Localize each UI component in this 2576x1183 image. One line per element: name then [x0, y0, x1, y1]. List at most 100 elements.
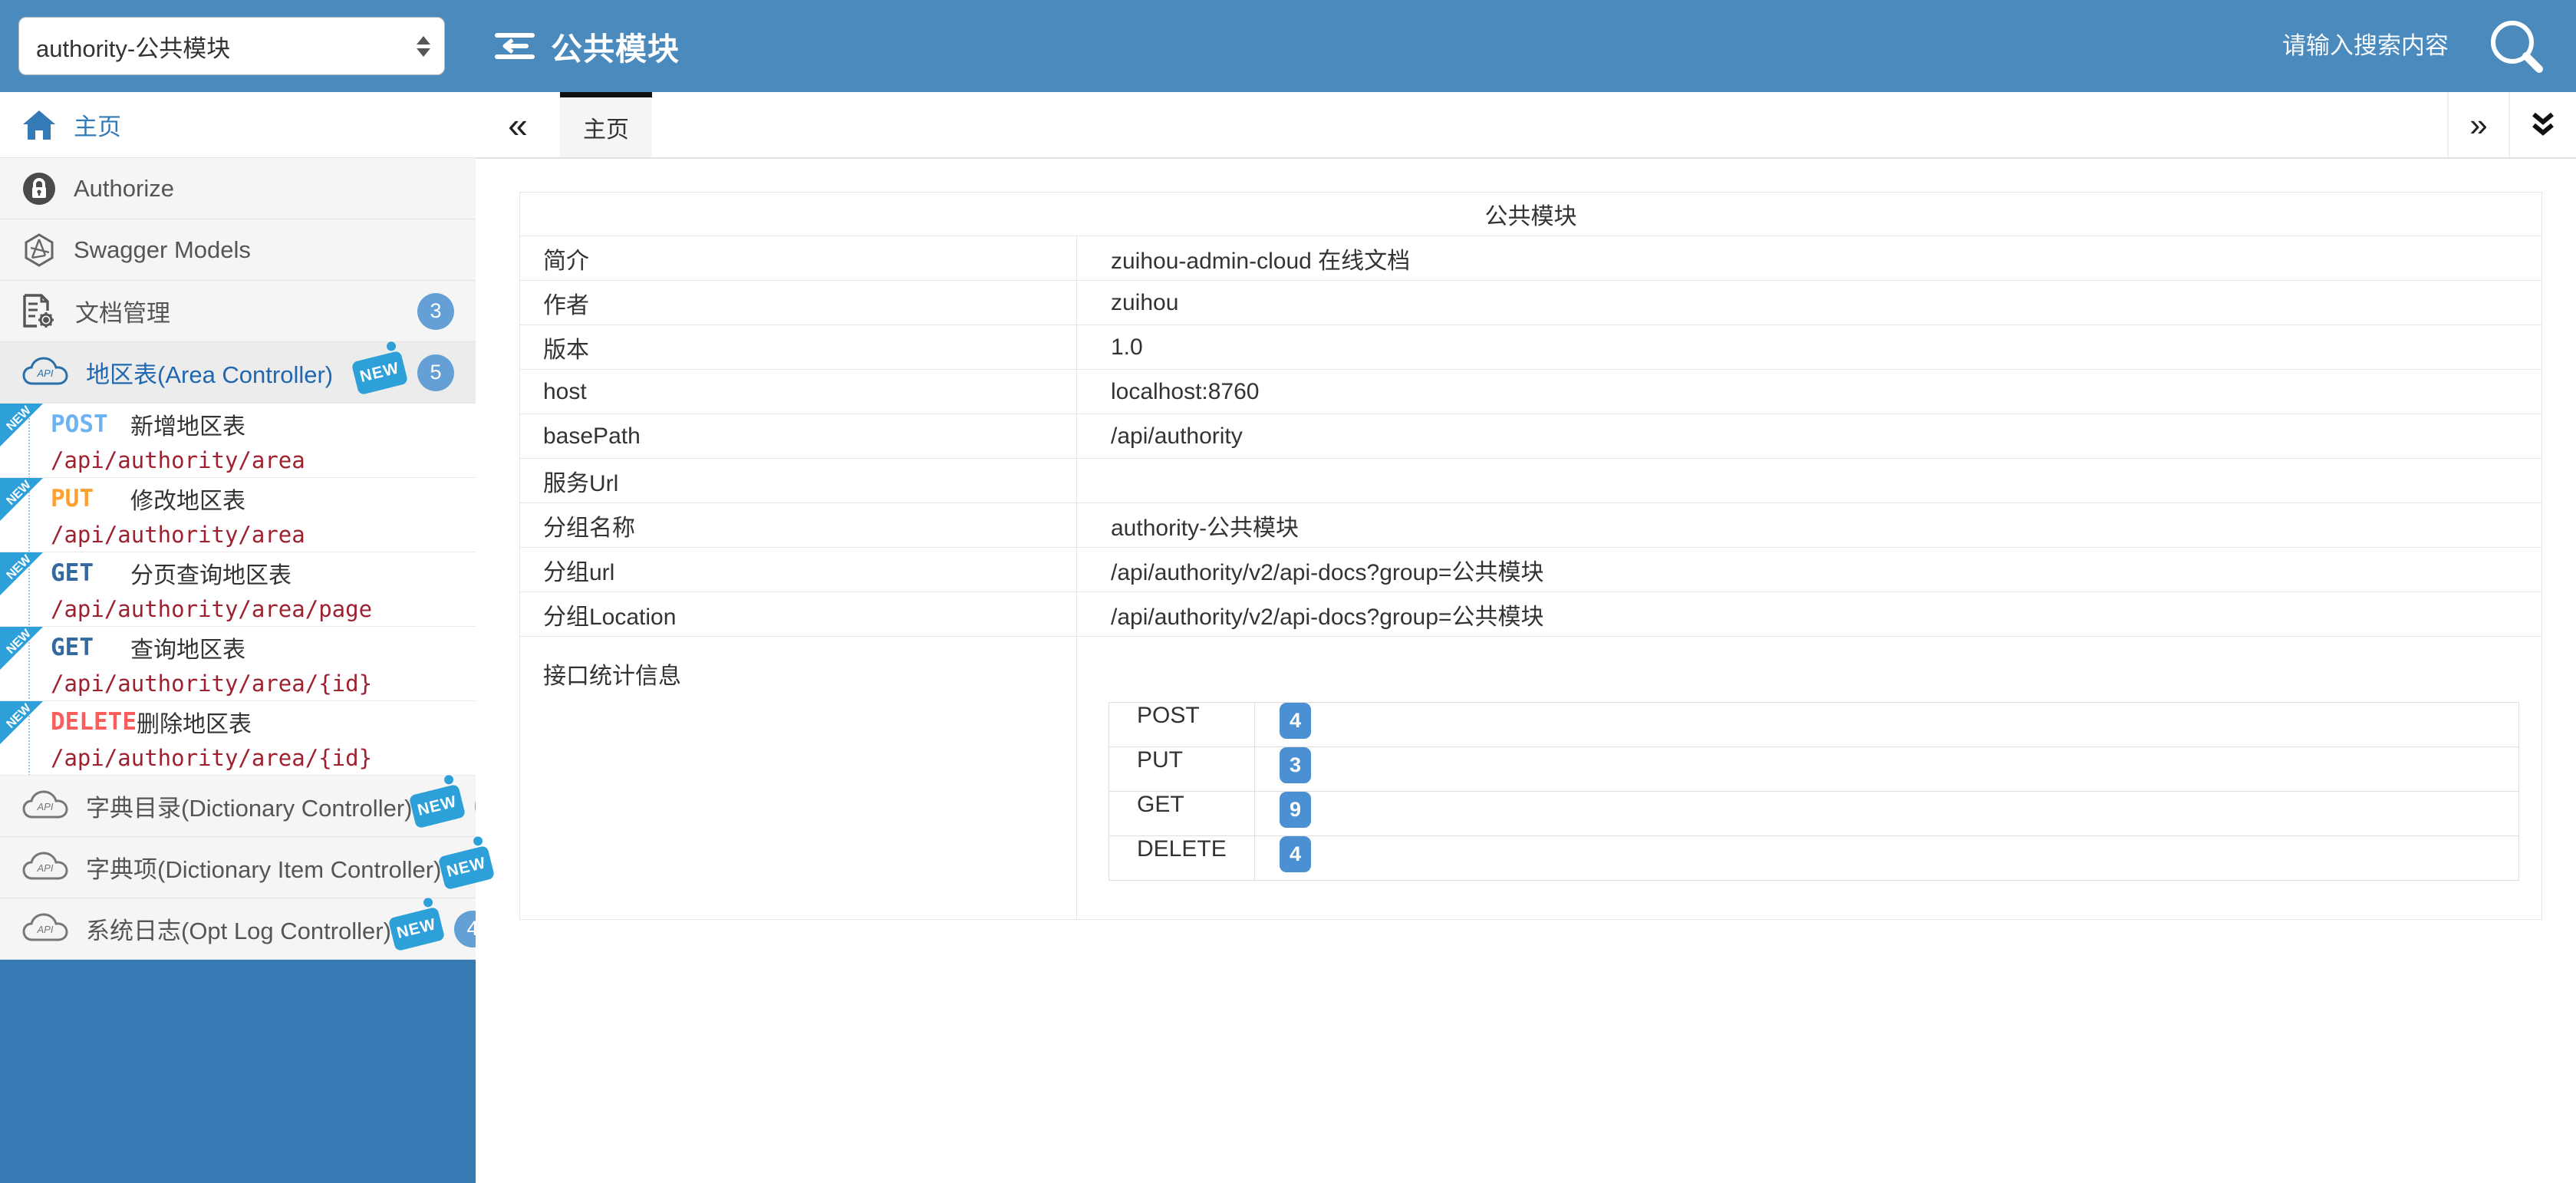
- sidebar-controller-dictionary[interactable]: API 字典目录(Dictionary Controller) NEW 5: [0, 776, 476, 837]
- row-value: [1077, 459, 2542, 503]
- endpoint-list: NEW POST 新增地区表 /api/authority/area NEW P…: [0, 404, 476, 776]
- svg-text:API: API: [37, 924, 54, 935]
- row-label: 分组Location: [520, 592, 1077, 637]
- new-ribbon-icon: NEW: [0, 404, 43, 447]
- swagger-bootstrap-ui-app: authority-公共模块 公共模块: [0, 0, 2576, 1183]
- row-label: basePath: [520, 414, 1077, 459]
- http-method: GET: [51, 559, 130, 587]
- stat-count-badge: 3: [1280, 747, 1311, 783]
- stat-method: GET: [1109, 792, 1255, 836]
- stat-count-badge: 4: [1280, 836, 1311, 872]
- row-label: 简介: [520, 236, 1077, 281]
- endpoint-delete-area[interactable]: NEW DELETE 删除地区表 /api/authority/area/{id…: [0, 701, 476, 776]
- stat-count-badge: 4: [1280, 703, 1311, 739]
- endpoint-name: 查询地区表: [130, 631, 245, 664]
- method-stats-table: POST 4 PUT 3 GET 9: [1108, 702, 2519, 881]
- svg-text:API: API: [37, 367, 54, 379]
- row-value: /api/authority/v2/api-docs?group=公共模块: [1077, 548, 2542, 592]
- stats-row-post: POST 4: [1109, 703, 2519, 747]
- collapse-tabs-icon[interactable]: [2510, 92, 2576, 157]
- group-select-value: authority-公共模块: [36, 29, 417, 64]
- endpoint-add-area[interactable]: NEW POST 新增地区表 /api/authority/area: [0, 404, 476, 478]
- content-area: 公共模块 简介 zuihou-admin-cloud 在线文档 作者 zuiho…: [476, 159, 2576, 1183]
- group-select[interactable]: authority-公共模块: [18, 17, 445, 75]
- sidebar-item-swagger-models[interactable]: Swagger Models: [0, 219, 476, 281]
- controller-label: 字典项(Dictionary Item Controller): [86, 850, 441, 885]
- sidebar-item-label: Authorize: [74, 175, 174, 203]
- search-icon[interactable]: [2487, 17, 2545, 75]
- row-label: 版本: [520, 325, 1077, 370]
- svg-text:API: API: [37, 862, 54, 874]
- new-tag: NEW: [351, 350, 409, 395]
- document-gear-icon: [21, 292, 58, 331]
- row-label: 分组url: [520, 548, 1077, 592]
- select-arrows-icon: [417, 36, 430, 57]
- stats-row-put: PUT 3: [1109, 747, 2519, 792]
- new-tag: NEW: [409, 783, 466, 829]
- endpoint-name: 新增地区表: [130, 407, 245, 441]
- row-label: 作者: [520, 281, 1077, 325]
- sidebar-item-doc-manage[interactable]: 文档管理 3: [0, 281, 476, 342]
- table-title: 公共模块: [520, 193, 2542, 236]
- new-ribbon-icon: NEW: [0, 478, 43, 521]
- endpoint-name: 删除地区表: [137, 705, 252, 739]
- cloud-api-icon: API: [21, 356, 69, 390]
- page-title: 公共模块: [551, 23, 680, 69]
- sidebar-controller-dictionary-item[interactable]: API 字典项(Dictionary Item Controller) NEW …: [0, 837, 476, 898]
- table-row: 版本 1.0: [520, 325, 2542, 370]
- table-row: 简介 zuihou-admin-cloud 在线文档: [520, 236, 2542, 281]
- row-label: 服务Url: [520, 459, 1077, 503]
- endpoint-path: /api/authority/area/{id}: [51, 745, 476, 771]
- sidebar-controller-opt-log[interactable]: API 系统日志(Opt Log Controller) NEW 4: [0, 898, 476, 960]
- stats-row-delete: DELETE 4: [1109, 836, 2519, 881]
- sidebar: 主页 Authorize: [0, 92, 476, 1183]
- tab-bar: « 主页 »: [476, 92, 2576, 159]
- svg-text:API: API: [37, 801, 54, 812]
- controller-label: 系统日志(Opt Log Controller): [86, 911, 391, 946]
- row-value: /api/authority/v2/api-docs?group=公共模块: [1077, 592, 2542, 637]
- search-input[interactable]: [2157, 32, 2449, 60]
- row-value: /api/authority: [1077, 414, 2542, 459]
- row-label: 分组名称: [520, 503, 1077, 548]
- row-value: localhost:8760: [1077, 370, 2542, 414]
- lock-icon: [21, 171, 57, 206]
- tab-scroll-left-icon[interactable]: «: [476, 92, 560, 157]
- endpoint-get-area[interactable]: NEW GET 查询地区表 /api/authority/area/{id}: [0, 627, 476, 701]
- tab-home[interactable]: 主页: [560, 92, 652, 157]
- new-ribbon-icon: NEW: [0, 552, 43, 595]
- row-value: authority-公共模块: [1077, 503, 2542, 548]
- stat-method: DELETE: [1109, 836, 1255, 881]
- hexagon-model-icon: [21, 232, 57, 268]
- new-tag: NEW: [388, 906, 446, 951]
- endpoint-page-area[interactable]: NEW GET 分页查询地区表 /api/authority/area/page: [0, 552, 476, 627]
- endpoint-path: /api/authority/area/{id}: [51, 671, 476, 697]
- controller-label: 地区表(Area Controller): [86, 355, 333, 390]
- endpoint-path: /api/authority/area: [51, 522, 476, 548]
- home-icon: [21, 109, 57, 141]
- main-panel: « 主页 » 公共模块 简介: [476, 92, 2576, 1183]
- table-row: host localhost:8760: [520, 370, 2542, 414]
- endpoint-name: 分页查询地区表: [130, 556, 292, 590]
- http-method: GET: [51, 634, 130, 661]
- table-row: 分组名称 authority-公共模块: [520, 503, 2542, 548]
- stat-method: PUT: [1109, 747, 1255, 792]
- controller-label: 字典目录(Dictionary Controller): [86, 789, 412, 823]
- table-row: 服务Url: [520, 459, 2542, 503]
- sidebar-controller-area[interactable]: API 地区表(Area Controller) NEW 5: [0, 342, 476, 404]
- row-value: zuihou-admin-cloud 在线文档: [1077, 236, 2542, 281]
- top-header: authority-公共模块 公共模块: [0, 0, 2576, 92]
- stat-method: POST: [1109, 703, 1255, 747]
- sidebar-item-home[interactable]: 主页: [0, 92, 476, 158]
- menu-lines-icon: [494, 29, 535, 63]
- search-box: [2157, 17, 2576, 75]
- tab-scroll-right-icon[interactable]: »: [2447, 92, 2510, 157]
- endpoint-update-area[interactable]: NEW PUT 修改地区表 /api/authority/area: [0, 478, 476, 552]
- row-label: 接口统计信息: [520, 637, 1077, 920]
- stat-count-badge: 9: [1280, 792, 1311, 828]
- table-row: 分组Location /api/authority/v2/api-docs?gr…: [520, 592, 2542, 637]
- stats-table-row: 接口统计信息 POST 4 PUT 3: [520, 637, 2542, 920]
- sidebar-item-authorize[interactable]: Authorize: [0, 158, 476, 219]
- sidebar-filler: [0, 960, 476, 1183]
- stats-row-get: GET 9: [1109, 792, 2519, 836]
- row-label: host: [520, 370, 1077, 414]
